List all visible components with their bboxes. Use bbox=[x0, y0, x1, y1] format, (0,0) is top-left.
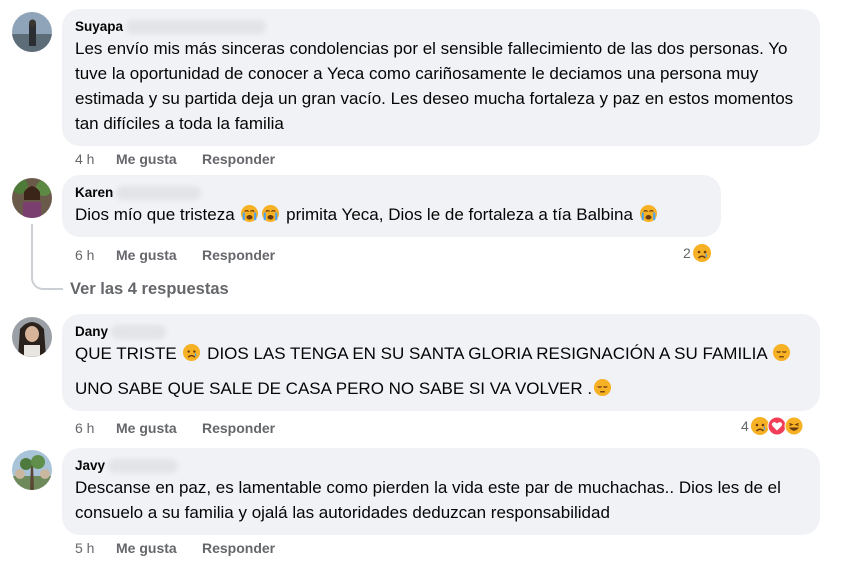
redacted-name bbox=[108, 459, 179, 473]
comment-bubble: Dany QUE TRISTE DIOS LAS TENGA EN SU SAN… bbox=[62, 314, 820, 411]
comment-bubble: Suyapa Les envío mis más sinceras condol… bbox=[62, 9, 820, 146]
reply-button[interactable]: Responder bbox=[202, 420, 275, 436]
like-button[interactable]: Me gusta bbox=[116, 540, 202, 556]
comment-bubble: Karen Dios mío que tristeza primita Yeca… bbox=[62, 175, 721, 237]
redacted-name bbox=[111, 325, 167, 339]
avatar[interactable] bbox=[12, 12, 52, 52]
reply-thread-line bbox=[31, 224, 63, 290]
comment-timestamp[interactable]: 6 h bbox=[75, 247, 116, 263]
reply-button[interactable]: Responder bbox=[202, 540, 275, 556]
comment-timestamp[interactable]: 5 h bbox=[75, 540, 116, 556]
comment-text: Les envío mis más sinceras condolencias … bbox=[75, 39, 794, 133]
avatar[interactable] bbox=[12, 178, 52, 218]
comment-timestamp[interactable]: 4 h bbox=[75, 151, 116, 167]
sad-reaction-icon bbox=[692, 244, 711, 262]
comment-timestamp[interactable]: 6 h bbox=[75, 420, 116, 436]
view-replies-link[interactable]: Ver las 4 respuestas bbox=[70, 280, 229, 299]
redacted-name bbox=[116, 186, 202, 200]
comment-actions: 5 h Me gusta Responder bbox=[75, 540, 275, 556]
comment-actions: 6 h Me gusta Responder bbox=[75, 247, 275, 263]
comment-actions: 4 h Me gusta Responder bbox=[75, 151, 275, 167]
reply-button[interactable]: Responder bbox=[202, 151, 275, 167]
like-button[interactable]: Me gusta bbox=[116, 151, 202, 167]
avatar[interactable] bbox=[12, 450, 52, 490]
comment-text: Descanse en paz, es lamentable como pier… bbox=[75, 478, 781, 522]
like-button[interactable]: Me gusta bbox=[116, 247, 202, 263]
reaction-summary[interactable]: 4 bbox=[741, 416, 804, 436]
comment-actions: 6 h Me gusta Responder bbox=[75, 420, 275, 436]
comment-text: Dios mío que tristeza primita Yeca, Dios… bbox=[75, 202, 707, 227]
sad-emoji-icon bbox=[183, 343, 201, 362]
pensive-emoji-icon bbox=[773, 343, 791, 362]
like-button[interactable]: Me gusta bbox=[116, 420, 202, 436]
comment-author[interactable]: Karen bbox=[75, 185, 707, 201]
pensive-emoji-icon bbox=[594, 378, 612, 397]
reaction-count: 2 bbox=[683, 245, 691, 261]
avatar[interactable] bbox=[12, 317, 52, 357]
redacted-name bbox=[126, 20, 267, 34]
reply-button[interactable]: Responder bbox=[202, 247, 275, 263]
comment-author[interactable]: Dany bbox=[75, 324, 806, 340]
crying-emoji-icon bbox=[241, 204, 259, 223]
reaction-summary[interactable]: 2 bbox=[683, 243, 712, 263]
crying-emoji-icon bbox=[262, 204, 280, 223]
crying-emoji-icon bbox=[639, 204, 657, 223]
comment-bubble: Javy Descanse en paz, es lamentable como… bbox=[62, 448, 820, 535]
comment-author[interactable]: Javy bbox=[75, 458, 806, 474]
reaction-count: 4 bbox=[741, 418, 749, 434]
haha-reaction-icon bbox=[784, 416, 804, 436]
comment-author[interactable]: Suyapa bbox=[75, 19, 806, 35]
comment-text: QUE TRISTE DIOS LAS TENGA EN SU SANTA GL… bbox=[75, 341, 806, 401]
